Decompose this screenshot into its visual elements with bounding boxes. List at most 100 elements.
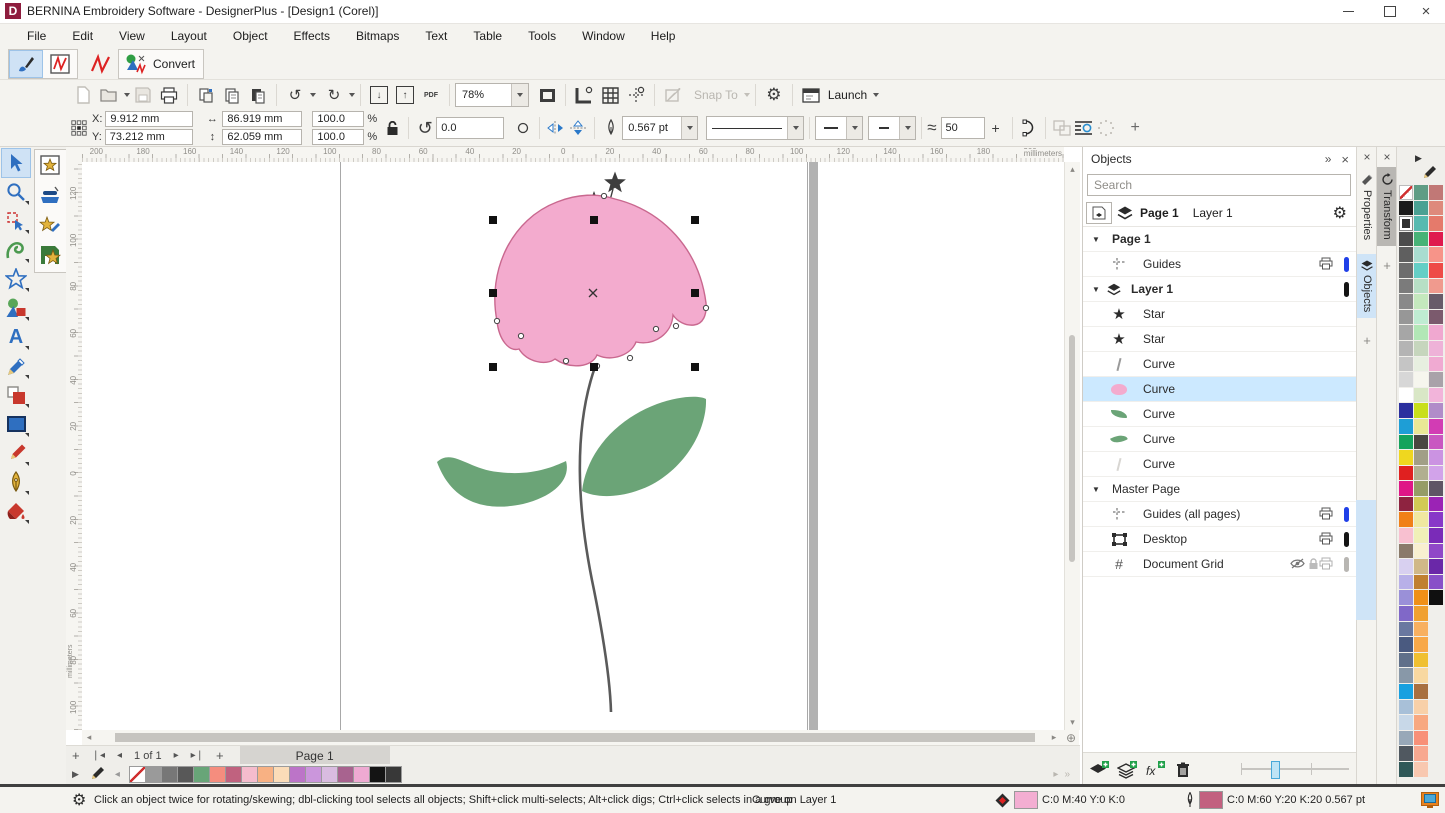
publish-pdf-button[interactable]: PDF: [419, 83, 443, 107]
add-docker-button[interactable]: +: [1377, 256, 1397, 276]
tree-row-guides[interactable]: Guides: [1083, 252, 1357, 277]
palette-swatch[interactable]: [1399, 746, 1413, 761]
palette-swatch[interactable]: [1414, 715, 1428, 730]
menu-text[interactable]: Text: [412, 24, 460, 48]
palette-swatch[interactable]: [1414, 762, 1428, 777]
palette-swatch[interactable]: [1429, 559, 1443, 574]
palette-swatch[interactable]: [1414, 731, 1428, 746]
launch-dropdown-arrow[interactable]: [873, 93, 879, 97]
palette-swatch[interactable]: [1414, 653, 1428, 668]
x-position-field[interactable]: 9.912 mm: [105, 111, 193, 127]
print-button[interactable]: [157, 83, 181, 107]
smoothness-field[interactable]: 50: [941, 117, 985, 139]
tree-row-curve-leaf1[interactable]: Curve: [1083, 402, 1357, 427]
palette-swatch[interactable]: [1429, 232, 1443, 247]
palette-swatch[interactable]: [1429, 372, 1443, 387]
palette-swatch[interactable]: [1429, 216, 1443, 231]
add-page-button-2[interactable]: +: [210, 748, 230, 763]
palette-swatch[interactable]: [1399, 559, 1413, 574]
palette-swatch[interactable]: [1399, 700, 1413, 715]
undo-button[interactable]: ↺: [283, 83, 307, 107]
palette-swatch[interactable]: [1414, 419, 1428, 434]
palette-swatch[interactable]: [1414, 668, 1428, 683]
palette-swatch[interactable]: [1429, 419, 1443, 434]
docker-close-icon[interactable]: ×: [1341, 152, 1349, 167]
open-dropdown-arrow[interactable]: [124, 93, 130, 97]
palette-swatch[interactable]: [1414, 263, 1428, 278]
palette-swatch[interactable]: [1429, 388, 1443, 403]
palette-swatch[interactable]: [1399, 310, 1413, 325]
close-curve-button[interactable]: [1018, 117, 1040, 139]
palette-swatch[interactable]: [1399, 450, 1413, 465]
slider-handle[interactable]: [1271, 761, 1280, 779]
rectangle-tool[interactable]: [2, 410, 30, 438]
scale-x-field[interactable]: 100.0: [312, 111, 364, 127]
palette-swatch[interactable]: [1414, 590, 1428, 605]
star-shape-large[interactable]: [604, 172, 626, 193]
outline-width-combo[interactable]: 0.567 pt: [622, 116, 698, 140]
menu-object[interactable]: Object: [220, 24, 281, 48]
printable-icon-disabled[interactable]: [1319, 557, 1333, 570]
doc-palette-eyedropper-icon[interactable]: [89, 766, 105, 782]
palette-swatch[interactable]: [1429, 528, 1443, 543]
palette-swatch[interactable]: [1429, 590, 1443, 605]
mirror-vertical-button[interactable]: [567, 117, 589, 139]
tab-objects-active[interactable]: Objects: [1357, 254, 1377, 318]
palette-swatch[interactable]: [1414, 544, 1428, 559]
doc-palette-flyout-icon[interactable]: ▶: [66, 769, 85, 780]
new-layer-button[interactable]: [1087, 759, 1111, 781]
palette-swatch[interactable]: [1414, 528, 1428, 543]
cut-button[interactable]: [194, 83, 218, 107]
palette-swatch[interactable]: [1414, 637, 1428, 652]
snap-off-button[interactable]: [661, 83, 685, 107]
palette-swatch[interactable]: [145, 766, 162, 783]
fill-status-group[interactable]: C:0 M:40 Y:0 K:0: [995, 791, 1125, 809]
palette-swatch[interactable]: [225, 766, 242, 783]
delete-button[interactable]: [1171, 759, 1195, 781]
printable-icon[interactable]: [1319, 507, 1333, 520]
palette-swatch[interactable]: [1414, 497, 1428, 512]
contour-tool[interactable]: [2, 381, 30, 409]
palette-swatch[interactable]: [1429, 201, 1443, 216]
palette-swatch[interactable]: [1399, 216, 1413, 231]
tree-row-curve-stem[interactable]: Curve: [1083, 452, 1357, 477]
new-master-layer-button[interactable]: [1115, 759, 1139, 781]
convert-button[interactable]: Convert: [119, 51, 203, 77]
stitch-view-button[interactable]: [85, 51, 117, 77]
palette-swatch[interactable]: [1429, 357, 1443, 372]
tree-row-curve-leaf2[interactable]: Curve: [1083, 427, 1357, 452]
palette-swatch[interactable]: [385, 766, 402, 783]
open-button[interactable]: [97, 83, 121, 107]
palette-swatch[interactable]: [1399, 497, 1413, 512]
palette-swatch[interactable]: [209, 766, 226, 783]
zoom-scroll-icon[interactable]: ⊕: [1063, 731, 1079, 745]
insert-embroidery-tool[interactable]: [36, 151, 64, 179]
wrap-text-button[interactable]: [1073, 117, 1095, 139]
palette-swatch[interactable]: [1414, 746, 1428, 761]
horizontal-scrollbar[interactable]: ◂ ▸ ⊕: [82, 730, 1079, 745]
palette-swatch[interactable]: [1399, 372, 1413, 387]
tree-row-page1[interactable]: ▼ Page 1: [1083, 227, 1357, 252]
scroll-left-icon[interactable]: ◂: [82, 732, 96, 743]
edit-star-tool[interactable]: [36, 211, 64, 239]
doc-palette-scroll-left[interactable]: ◂: [109, 769, 126, 780]
palette-swatch[interactable]: [1414, 466, 1428, 481]
palette-swatch[interactable]: [1399, 466, 1413, 481]
palette-swatch[interactable]: [1399, 575, 1413, 590]
scanner-tool[interactable]: [36, 181, 64, 209]
palette-swatch[interactable]: [1399, 232, 1413, 247]
visibility-off-icon[interactable]: [1290, 558, 1305, 569]
maximize-button[interactable]: [1373, 0, 1407, 22]
layer-color-pill[interactable]: [1344, 532, 1349, 547]
palette-swatch[interactable]: [1414, 700, 1428, 715]
palette-swatch[interactable]: [1399, 341, 1413, 356]
palette-swatch[interactable]: [289, 766, 306, 783]
palette-swatch[interactable]: [1399, 388, 1413, 403]
palette-swatch[interactable]: [1414, 559, 1428, 574]
menu-layout[interactable]: Layout: [158, 24, 220, 48]
layer-color-pill[interactable]: [1344, 282, 1349, 297]
menu-view[interactable]: View: [106, 24, 158, 48]
show-rulers-button[interactable]: [572, 83, 596, 107]
palette-swatch[interactable]: [1429, 450, 1443, 465]
objects-search-input[interactable]: Search: [1087, 174, 1351, 196]
